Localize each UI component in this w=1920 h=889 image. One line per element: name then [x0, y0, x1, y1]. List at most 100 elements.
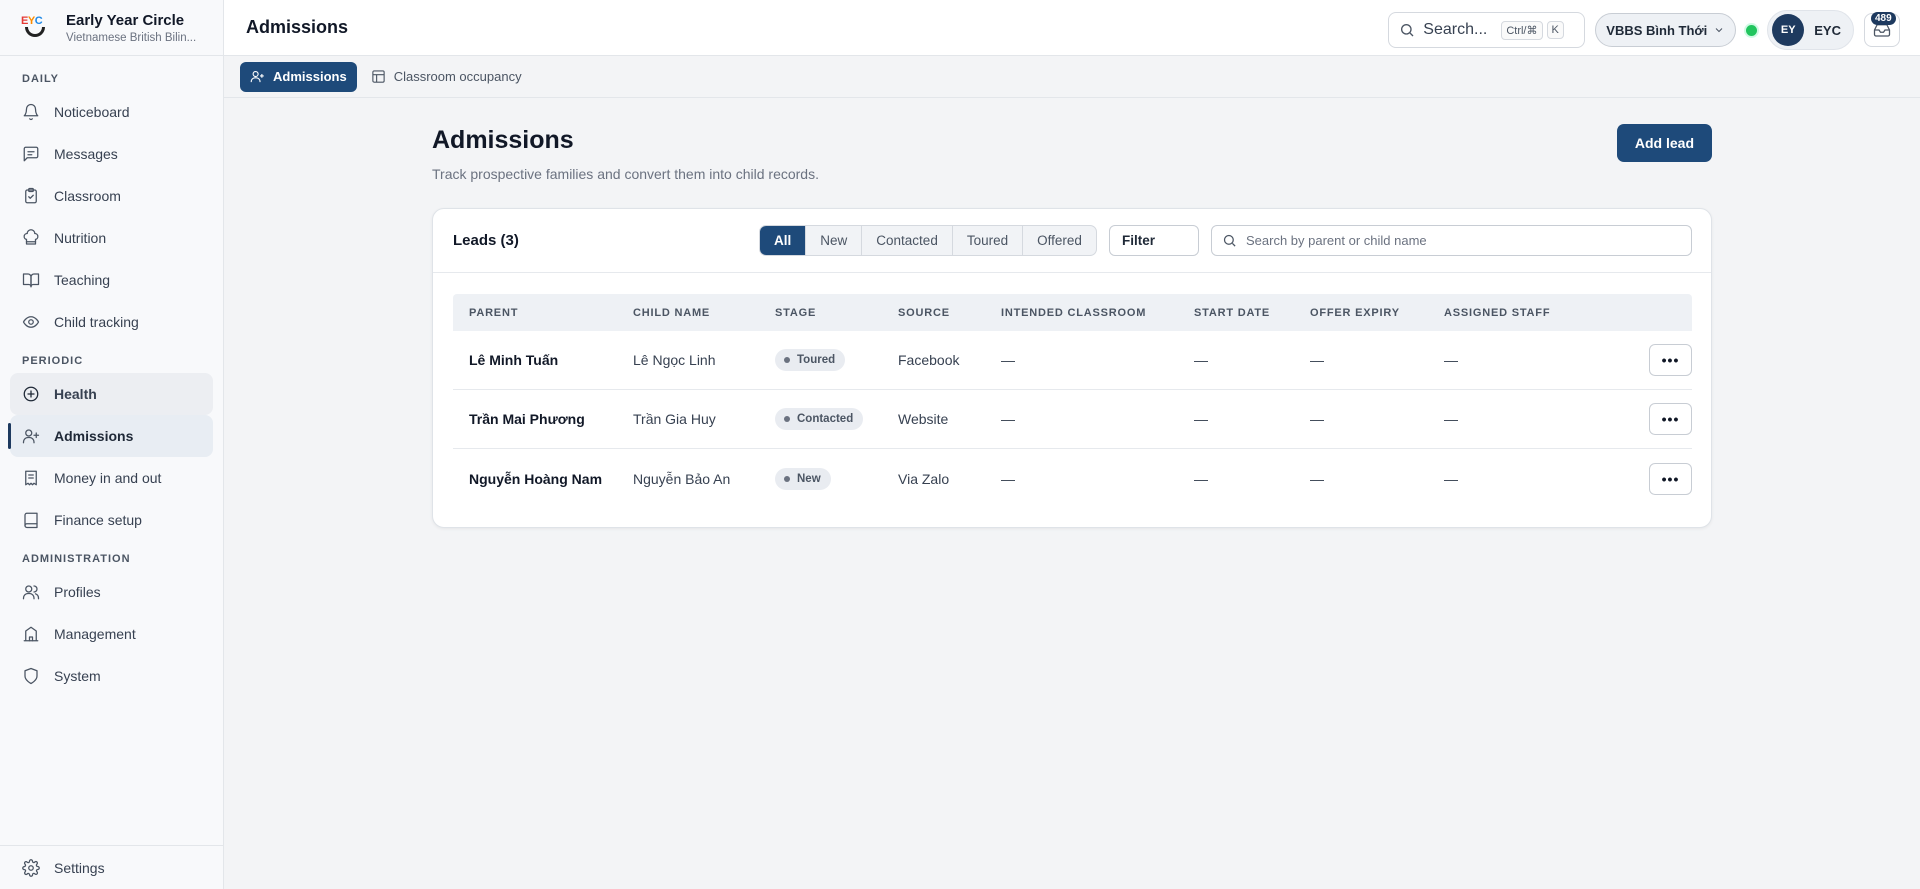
- tab-label: Admissions: [273, 69, 347, 84]
- child-name: Trần Gia Huy: [633, 411, 716, 427]
- shortcut-mod-key: Ctrl/⌘: [1501, 20, 1543, 40]
- page-header-title: Admissions: [246, 17, 349, 37]
- sidebar-item-label: Admissions: [54, 428, 134, 444]
- online-status-indicator: [1746, 24, 1758, 36]
- column-header[interactable]: START DATE: [1194, 307, 1310, 319]
- search-icon: [1223, 234, 1236, 247]
- sidebar-item-health[interactable]: Health: [10, 373, 213, 415]
- sidebar-item-management[interactable]: Management: [10, 613, 213, 655]
- site-selector[interactable]: VBBS Bình Thới: [1595, 13, 1737, 47]
- offer-expiry: —: [1310, 411, 1324, 427]
- user-menu[interactable]: EY EYC: [1767, 10, 1854, 50]
- lead-source: Via Zalo: [898, 470, 950, 487]
- column-header[interactable]: CHILD NAME: [633, 307, 775, 319]
- table-row[interactable]: Nguyễn Hoàng Nam Nguyễn Bảo An New Via Z…: [453, 449, 1692, 508]
- sidebar-item-label: Management: [54, 626, 136, 642]
- stage-filter-new[interactable]: New: [806, 226, 863, 255]
- sidebar-item-classroom[interactable]: Classroom: [10, 175, 213, 217]
- notification-count-badge: 489: [1871, 12, 1896, 25]
- book-icon: [22, 511, 40, 529]
- sidebar-item-label: Child tracking: [54, 314, 139, 330]
- sub-navigation: Admissions Classroom occupancy: [224, 56, 1920, 98]
- table-layout-icon: [372, 70, 385, 83]
- shortcut-key: K: [1546, 21, 1564, 39]
- intended-classroom: —: [1001, 411, 1015, 427]
- user-plus-icon: [22, 427, 40, 445]
- lead-search-input[interactable]: [1246, 233, 1666, 248]
- column-header[interactable]: OFFER EXPIRY: [1310, 307, 1444, 319]
- stage-filter-group: All New Contacted Toured Offered: [759, 225, 1097, 256]
- column-header[interactable]: PARENT: [453, 307, 633, 319]
- brand-header[interactable]: EYC Early Year Circle Vietnamese British…: [0, 0, 223, 56]
- tab-admissions[interactable]: Admissions: [240, 61, 357, 92]
- sidebar-item-nutrition[interactable]: Nutrition: [10, 217, 213, 259]
- page-title: Admissions: [432, 126, 574, 154]
- row-actions-button[interactable]: •••: [1649, 462, 1692, 495]
- global-search[interactable]: Search... Ctrl/⌘ K: [1388, 12, 1586, 48]
- top-bar: Admissions Search... Ctrl/⌘ K VBBS Bình …: [224, 0, 1920, 56]
- user-name: EYC: [1814, 22, 1841, 38]
- intended-classroom: —: [1001, 470, 1015, 487]
- parent-name: Nguyễn Hoàng Nam: [469, 470, 603, 487]
- bell-icon: [22, 103, 40, 121]
- sidebar-item-child-tracking[interactable]: Child tracking: [10, 301, 213, 343]
- stage-filter-offered[interactable]: Offered: [1023, 226, 1096, 255]
- column-header[interactable]: ASSIGNED STAFF: [1444, 307, 1616, 319]
- filter-button[interactable]: Filter: [1109, 225, 1199, 256]
- assigned-staff: —: [1444, 352, 1458, 368]
- offer-expiry: —: [1310, 352, 1324, 368]
- sidebar-footer: Settings: [0, 845, 223, 889]
- stage-filter-contacted[interactable]: Contacted: [862, 226, 953, 255]
- chef-hat-icon: [22, 229, 40, 247]
- stage-filter-all[interactable]: All: [760, 226, 807, 255]
- stage-badge: New: [775, 467, 831, 490]
- sidebar-item-finance-setup[interactable]: Finance setup: [10, 499, 213, 541]
- sidebar-item-messages[interactable]: Messages: [10, 133, 213, 175]
- assigned-staff: —: [1444, 411, 1458, 427]
- user-plus-icon: [250, 70, 264, 83]
- lead-source: Website: [898, 411, 949, 427]
- assigned-staff: —: [1444, 470, 1458, 487]
- intended-classroom: —: [1001, 352, 1015, 368]
- leads-count-title: Leads (3): [453, 232, 519, 249]
- site-selector-value: VBBS Bình Thới: [1606, 22, 1708, 38]
- column-header[interactable]: SOURCE: [898, 307, 1001, 319]
- start-date: —: [1194, 352, 1208, 368]
- add-lead-button[interactable]: Add lead: [1616, 124, 1712, 162]
- sidebar-item-label: Noticeboard: [54, 104, 130, 120]
- chevron-down-icon: [1715, 28, 1723, 33]
- main-content: Admissions Track prospective families an…: [432, 98, 1712, 528]
- sidebar-item-noticeboard[interactable]: Noticeboard: [10, 91, 213, 133]
- sidebar-item-label: Finance setup: [54, 512, 142, 528]
- sidebar-item-profiles[interactable]: Profiles: [10, 571, 213, 613]
- leads-card: Leads (3) All New Contacted Toured Offer…: [432, 208, 1712, 528]
- lead-search: [1211, 225, 1692, 256]
- receipt-icon: [22, 469, 40, 487]
- stage-badge: Contacted: [775, 408, 864, 430]
- sidebar-item-label: Settings: [54, 859, 105, 876]
- sidebar-item-settings[interactable]: Settings: [10, 847, 213, 889]
- sidebar-item-teaching[interactable]: Teaching: [10, 259, 213, 301]
- column-header[interactable]: INTENDED CLASSROOM: [1001, 307, 1194, 319]
- global-search-label: Search...: [1423, 21, 1488, 38]
- notifications-button[interactable]: 489: [1864, 12, 1900, 47]
- parent-name: Lê Minh Tuấn: [469, 352, 559, 368]
- sidebar-item-label: Nutrition: [54, 230, 107, 246]
- row-actions-button[interactable]: •••: [1649, 344, 1692, 376]
- stage-filter-toured[interactable]: Toured: [953, 226, 1024, 255]
- shield-icon: [22, 667, 40, 685]
- sidebar-item-label: Messages: [54, 146, 118, 162]
- section-administration: ADMINISTRATION: [22, 553, 131, 565]
- offer-expiry: —: [1310, 470, 1324, 487]
- tab-classroom-occupancy[interactable]: Classroom occupancy: [361, 62, 532, 92]
- table-row[interactable]: Lê Minh Tuấn Lê Ngọc Linh Toured Faceboo…: [453, 331, 1692, 390]
- message-icon: [22, 145, 40, 163]
- start-date: —: [1194, 411, 1208, 427]
- row-actions-button[interactable]: •••: [1649, 403, 1692, 435]
- plus-circle-icon: [22, 385, 40, 403]
- column-header[interactable]: STAGE: [775, 307, 898, 319]
- sidebar-item-system[interactable]: System: [10, 655, 213, 697]
- table-row[interactable]: Trần Mai Phương Trần Gia Huy Contacted W…: [453, 390, 1692, 449]
- sidebar-item-money[interactable]: Money in and out: [10, 457, 213, 499]
- sidebar-item-admissions[interactable]: Admissions: [8, 415, 213, 457]
